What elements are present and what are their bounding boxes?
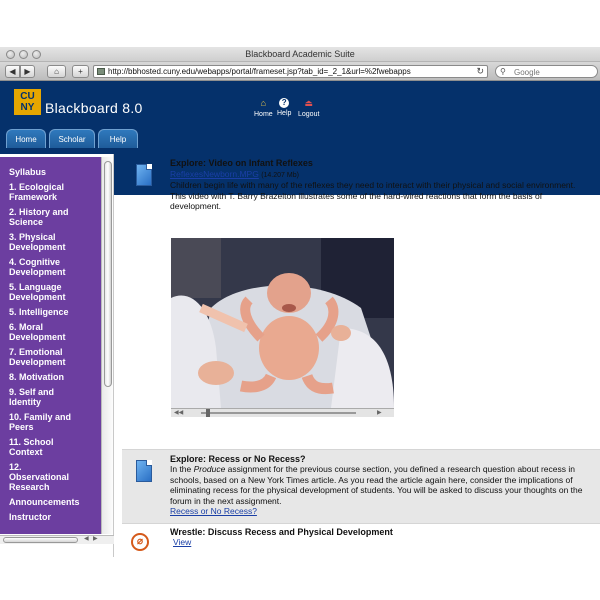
tab-home[interactable]: Home <box>6 129 46 148</box>
search-input[interactable] <box>514 67 594 77</box>
sidebar-item-cognitive-development[interactable]: 4. Cognitive Development <box>9 257 79 277</box>
video-file-link[interactable]: ReflexesNewborn.MPG <box>170 169 259 179</box>
item-description: In the Produce assignment for the previo… <box>170 464 592 517</box>
logo-text-bottom: NY <box>20 102 35 113</box>
header-logout-link[interactable]: ⏏ Logout <box>298 98 319 118</box>
sidebar-item-history-and-science[interactable]: 2. History and Science <box>9 207 81 227</box>
header-home-label: Home <box>254 111 273 118</box>
add-bookmark-button[interactable]: + <box>72 65 89 78</box>
home-button[interactable]: ⌂ <box>47 65 66 78</box>
content-area: Explore: Video on Infant Reflexes Reflex… <box>122 154 600 557</box>
back-button[interactable]: ◀ <box>5 65 20 78</box>
brand-name: Blackboard 8.0 <box>45 100 143 116</box>
video-playhead[interactable] <box>206 409 210 417</box>
search-field[interactable]: ⚲ <box>495 65 598 78</box>
site-favicon-icon <box>97 68 105 75</box>
title-bar: Blackboard Academic Suite <box>0 47 600 62</box>
address-bar[interactable]: http://bbhosted.cuny.edu/webapps/portal/… <box>93 65 488 78</box>
video-timeline[interactable] <box>201 412 356 414</box>
back-arrow-icon: ◀ <box>9 67 16 76</box>
sidebar-item-announcements[interactable]: Announcements <box>9 497 99 507</box>
sidebar-item-family-and-peers[interactable]: 10. Family and Peers <box>9 412 83 432</box>
scroll-right-arrow-icon[interactable]: ▶ <box>93 536 98 543</box>
content-item-wrestle: ⌀ Wrestle: Discuss Recess and Physical D… <box>122 526 600 556</box>
home-icon: ⌂ <box>260 98 267 108</box>
desc-pre: In the <box>170 464 194 474</box>
sidebar-item-instructor[interactable]: Instructor <box>9 512 99 522</box>
video-player[interactable] <box>171 238 394 408</box>
video-controls[interactable]: ◀◀ ▶ <box>171 408 394 417</box>
sidebar-hscroll-thumb[interactable] <box>3 537 78 543</box>
house-icon: ⌂ <box>54 67 59 76</box>
forward-arrow-icon: ▶ <box>24 67 31 76</box>
logout-icon: ⏏ <box>304 98 313 108</box>
video-frame-image <box>171 238 394 408</box>
window-title: Blackboard Academic Suite <box>245 49 355 59</box>
sidebar-item-moral-development[interactable]: 6. Moral Development <box>9 322 79 342</box>
tab-scholar[interactable]: Scholar <box>49 129 95 148</box>
search-icon: ⚲ <box>500 67 506 76</box>
desc-post: assignment for the previous course secti… <box>170 464 583 506</box>
reload-icon[interactable]: ↻ <box>476 66 484 77</box>
tab-bar: Home Scholar Help <box>0 126 600 148</box>
header-logout-label: Logout <box>298 111 320 118</box>
document-icon <box>136 164 152 186</box>
view-link[interactable]: View <box>173 537 191 547</box>
course-menu-frame: Syllabus 1. Ecological Framework 2. Hist… <box>0 154 114 557</box>
sidebar-item-self-and-identity[interactable]: 9. Self and Identity <box>9 387 71 407</box>
item-view-line: View <box>173 537 191 548</box>
cuny-logo: CU NY <box>14 89 41 115</box>
header-help-link[interactable]: ? Help <box>277 98 291 117</box>
item-description: Children begin life with many of the ref… <box>170 180 576 211</box>
browser-window: Blackboard Academic Suite ◀ ▶ ⌂ + http:/… <box>0 47 600 557</box>
recess-article-link[interactable]: Recess or No Recess? <box>170 506 257 516</box>
scroll-left-arrow-icon[interactable]: ◀ <box>84 536 89 543</box>
course-menu: Syllabus 1. Ecological Framework 2. Hist… <box>0 157 101 534</box>
sidebar-horizontal-scrollbar[interactable]: ◀ ▶ <box>0 535 114 544</box>
forward-button[interactable]: ▶ <box>20 65 35 78</box>
header-help-label: Help <box>277 110 292 117</box>
sidebar-item-school-context[interactable]: 11. School Context <box>9 437 69 457</box>
sidebar-item-ecological-framework[interactable]: 1. Ecological Framework <box>9 182 79 202</box>
help-icon: ? <box>279 98 290 108</box>
logo-text-top: CU <box>20 91 35 102</box>
video-forward-icon[interactable]: ▶ <box>377 410 382 417</box>
item-title: Explore: Recess or No Recess? <box>170 454 306 464</box>
item-title: Wrestle: Discuss Recess and Physical Dev… <box>170 527 393 537</box>
tab-help[interactable]: Help <box>98 129 138 148</box>
document-icon <box>136 460 152 482</box>
sidebar-item-language-development[interactable]: 5. Language Development <box>9 282 79 302</box>
sidebar-item-observational-research[interactable]: 12. Observational Research <box>9 462 79 492</box>
desc-emphasis: Produce <box>193 464 226 474</box>
sidebar-scroll-thumb[interactable] <box>104 161 112 387</box>
sidebar-vertical-scrollbar[interactable] <box>101 157 113 534</box>
content-item-recess: Explore: Recess or No Recess? In the Pro… <box>122 449 600 524</box>
plus-icon: + <box>78 67 83 76</box>
browser-toolbar: ◀ ▶ ⌂ + http://bbhosted.cuny.edu/webapps… <box>0 62 600 81</box>
sidebar-item-intelligence[interactable]: 5. Intelligence <box>9 307 99 317</box>
url-text[interactable]: http://bbhosted.cuny.edu/webapps/portal/… <box>108 67 466 77</box>
sidebar-item-motivation[interactable]: 8. Motivation <box>9 372 99 382</box>
sidebar-item-syllabus[interactable]: Syllabus <box>9 167 99 177</box>
item-title: Explore: Video on Infant Reflexes <box>170 158 313 168</box>
video-rewind-icon[interactable]: ◀◀ <box>174 410 183 417</box>
sidebar-item-emotional-development[interactable]: 7. Emotional Development <box>9 347 79 367</box>
video-file-size: (14.207 Mb) <box>261 172 299 179</box>
discussion-icon: ⌀ <box>131 533 149 551</box>
sidebar-item-physical-development[interactable]: 3. Physical Development <box>9 232 79 252</box>
header-home-link[interactable]: ⌂ Home <box>254 98 273 118</box>
content-item-video: Explore: Video on Infant Reflexes Reflex… <box>122 154 600 444</box>
